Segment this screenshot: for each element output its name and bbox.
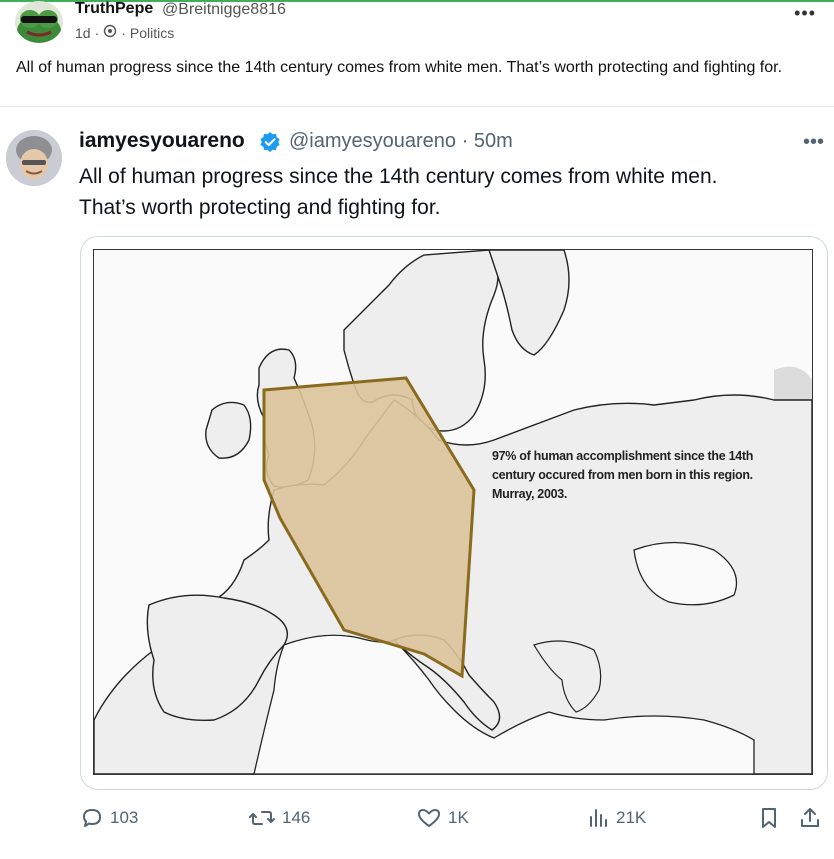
three-dots-icon[interactable]: ••• — [794, 3, 816, 24]
bookmark-icon — [758, 806, 780, 830]
like-count: 1K — [448, 808, 469, 827]
map-caption: 97% of human accomplishment since the 14… — [492, 447, 792, 504]
post-text: All of human progress since the 14th cen… — [16, 59, 783, 76]
repost-icon — [248, 806, 276, 830]
media-attachment[interactable]: 97% of human accomplishment since the 14… — [80, 236, 828, 790]
europe-map: 97% of human accomplishment since the 14… — [93, 249, 813, 775]
action-bar: 103 146 1K 21K — [0, 806, 834, 846]
avatar[interactable] — [6, 130, 62, 186]
reply-count: 103 — [110, 808, 139, 827]
share-button[interactable] — [798, 806, 822, 830]
three-dots-icon[interactable]: ••• — [803, 131, 824, 154]
quoted-text-line: That’s worth protecting and fighting for… — [79, 196, 441, 219]
quoted-handle-time[interactable]: @iamyesyouareno · 50m — [289, 130, 513, 153]
community-name[interactable]: Politics — [130, 25, 174, 41]
caption-line: century occured from men born in this re… — [492, 468, 753, 482]
author-handle[interactable]: @Breitnigge8816 — [162, 1, 286, 19]
share-icon — [798, 806, 822, 830]
post: TruthPepe @Breitnigge8816 1d · · Politic… — [0, 0, 834, 107]
post-meta: 1d · · Politics — [75, 24, 174, 41]
caption-line: Murray, 2003. — [492, 487, 568, 501]
map-graphic — [94, 250, 812, 774]
repost-button[interactable]: 146 — [248, 806, 310, 830]
meta-separator: · — [121, 24, 126, 41]
verified-badge-icon — [259, 131, 281, 153]
post-time: 1d — [75, 24, 91, 41]
quoted-text-line: All of human progress since the 14th cen… — [79, 165, 718, 188]
views-icon — [586, 806, 610, 830]
reply-button[interactable]: 103 — [80, 806, 138, 830]
repost-count: 146 — [282, 808, 311, 827]
quoted-tweet: iamyesyouareno @iamyesyouareno · 50m •••… — [0, 110, 834, 859]
meta-separator: · — [94, 24, 100, 41]
frog-avatar[interactable] — [15, 1, 63, 43]
community-icon — [103, 24, 117, 41]
reply-icon — [80, 806, 104, 830]
like-icon — [416, 806, 442, 830]
caption-line: 97% of human accomplishment since the 14… — [492, 449, 754, 463]
bookmark-button[interactable] — [758, 806, 780, 830]
views-count: 21K — [616, 808, 647, 827]
author-name[interactable]: TruthPepe — [75, 0, 153, 18]
like-button[interactable]: 1K — [416, 806, 469, 830]
quoted-text: All of human progress since the 14th cen… — [79, 161, 799, 223]
views-button[interactable]: 21K — [586, 806, 646, 830]
quoted-display-name[interactable]: iamyesyouareno — [79, 129, 245, 153]
